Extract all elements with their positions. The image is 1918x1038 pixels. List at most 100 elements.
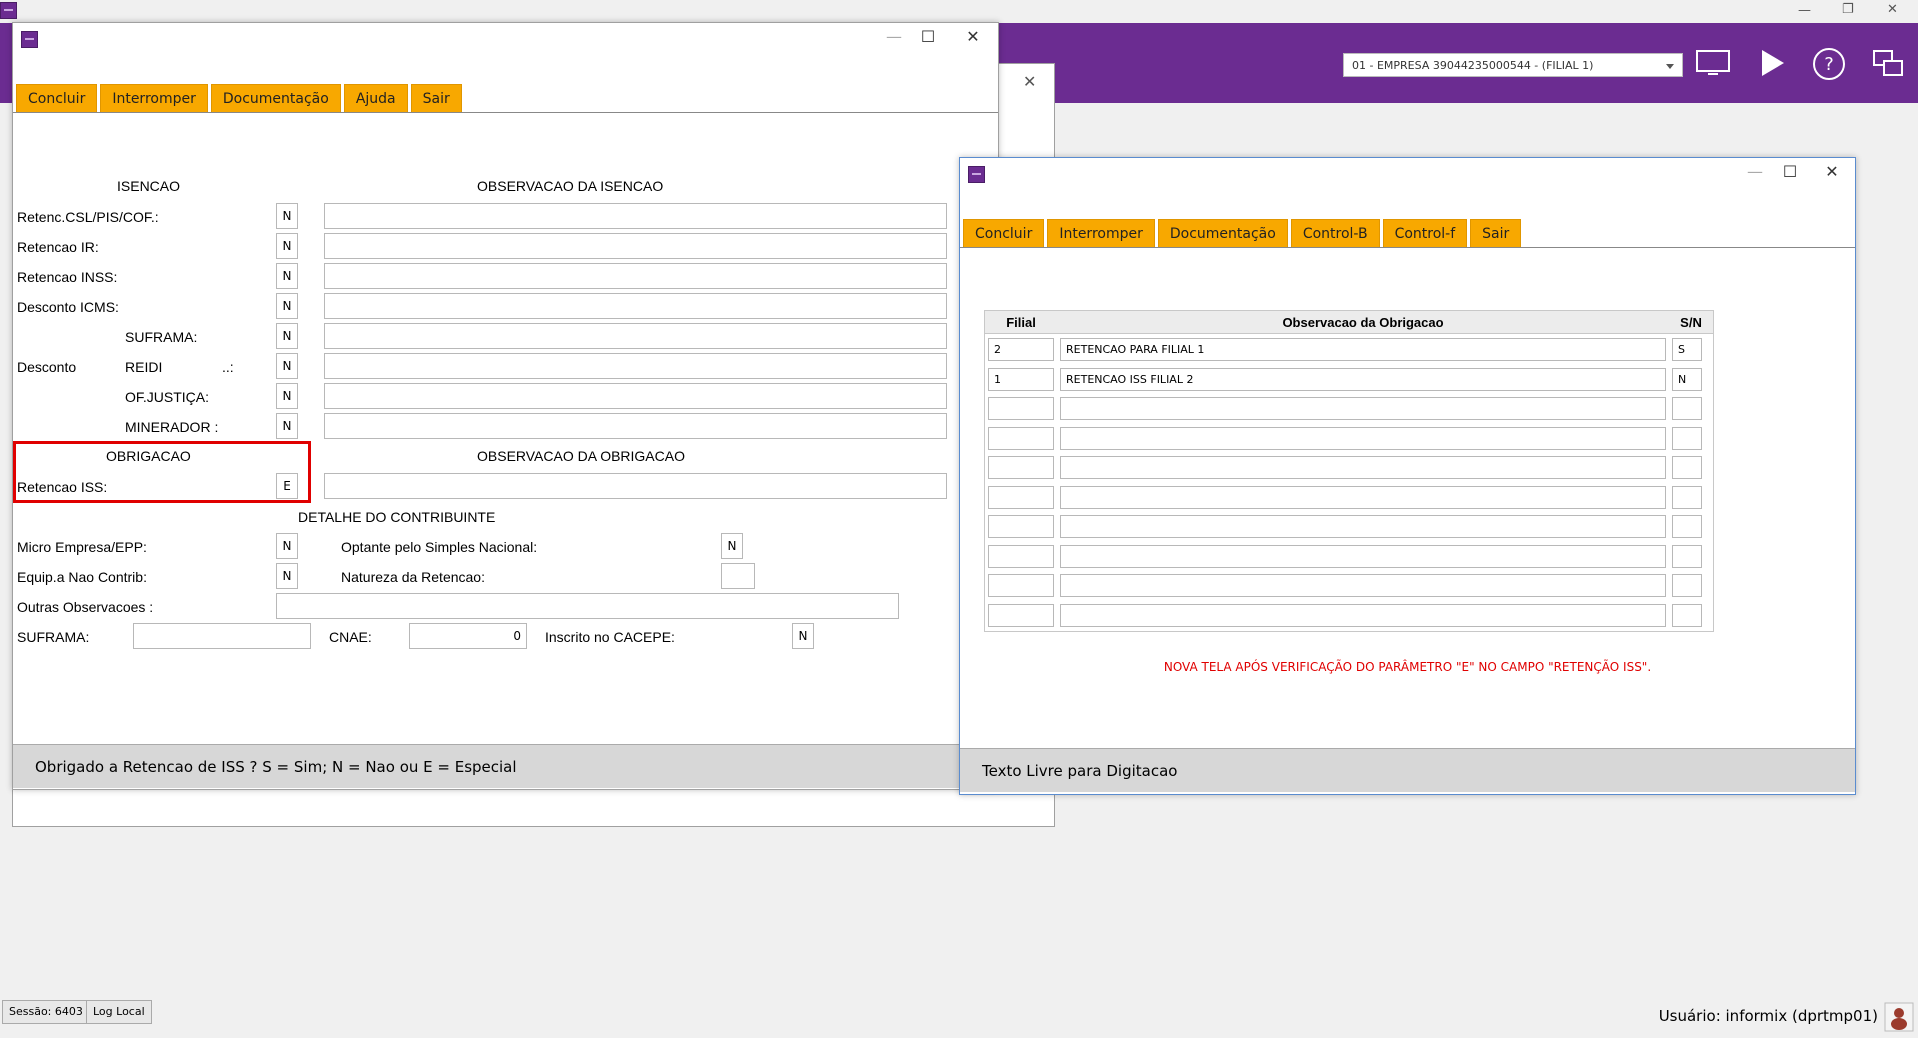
of-justica-field[interactable]: N	[276, 383, 298, 409]
grid-cell-sn[interactable]: N	[1672, 367, 1702, 391]
empresa-select[interactable]: 01 - EMPRESA 39044235000544 - (FILIAL 1)	[1343, 53, 1683, 77]
monitor-icon[interactable]	[1696, 49, 1730, 77]
detalhe-header: DETALHE DO CONTRIBUINTE	[298, 509, 496, 525]
window-app-icon	[21, 31, 38, 48]
window-minimize-button[interactable]: —	[1740, 162, 1770, 181]
grid-cell-obs[interactable]	[1060, 426, 1666, 450]
menu-sair[interactable]: Sair	[1470, 219, 1522, 247]
grid-header-sn: S/N	[1680, 315, 1702, 330]
app-icon	[0, 2, 17, 19]
cnae-label: CNAE:	[329, 629, 372, 645]
micro-empresa-field[interactable]: N	[276, 533, 298, 559]
retencao-iss-field[interactable]: E	[276, 473, 298, 499]
grid-cell-obs[interactable]	[1060, 515, 1666, 538]
grid-cell-filial[interactable]	[988, 456, 1054, 479]
grid-cell-sn[interactable]	[1672, 397, 1702, 420]
grid-cell-sn[interactable]	[1672, 544, 1702, 568]
window-close-button[interactable]: ✕	[1817, 162, 1847, 181]
grid-cell-obs[interactable]	[1060, 544, 1666, 568]
os-close-button[interactable]: ✕	[1887, 2, 1898, 17]
grid-cell-filial[interactable]	[988, 485, 1054, 509]
retencao-ir-obs-field[interactable]	[324, 233, 947, 259]
left-menubar: Concluir Interromper Documentação Ajuda …	[13, 84, 998, 113]
grid-cell-sn[interactable]: S	[1672, 338, 1702, 361]
menu-documentacao[interactable]: Documentação	[210, 84, 341, 112]
right-menubar: Concluir Interromper Documentação Contro…	[960, 219, 1855, 248]
retencao-iss-obs-field[interactable]	[324, 473, 947, 499]
grid-cell-sn[interactable]	[1672, 515, 1702, 538]
grid-cell-sn[interactable]	[1672, 426, 1702, 450]
os-minimize-button[interactable]: —	[1798, 3, 1811, 18]
background-window-close-icon[interactable]: ✕	[1023, 72, 1036, 91]
retencao-inss-obs-field[interactable]	[324, 263, 947, 289]
grid-cell-filial[interactable]	[988, 574, 1054, 597]
grid-cell-sn[interactable]	[1672, 485, 1702, 509]
grid-cell-filial[interactable]	[988, 544, 1054, 568]
reidi-field[interactable]: N	[276, 353, 298, 379]
retenc-csl-obs-field[interactable]	[324, 203, 947, 229]
window-maximize-button[interactable]: ☐	[913, 27, 943, 46]
desconto-icms-field[interactable]: N	[276, 293, 298, 319]
of-justica-obs-field[interactable]	[324, 383, 947, 409]
retencao-ir-field[interactable]: N	[276, 233, 298, 259]
retencao-window-titlebar: — ☐ ✕	[13, 23, 998, 53]
help-icon[interactable]: ?	[1812, 47, 1846, 81]
suframa-desc-label: SUFRAMA:	[125, 329, 198, 345]
desconto-icms-label: Desconto ICMS:	[17, 299, 119, 315]
cacepe-field[interactable]: N	[792, 623, 814, 649]
grid-cell-sn[interactable]	[1672, 574, 1702, 597]
grid-cell-filial[interactable]	[988, 397, 1054, 420]
window-minimize-button[interactable]: —	[879, 27, 909, 46]
grid-cell-obs[interactable]	[1060, 603, 1666, 627]
optante-field[interactable]: N	[721, 533, 743, 559]
reidi-obs-field[interactable]	[324, 353, 947, 379]
grid-cell-sn[interactable]	[1672, 603, 1702, 627]
grid-cell-obs[interactable]: RETENCAO PARA FILIAL 1	[1060, 338, 1666, 361]
grid-cell-obs[interactable]	[1060, 397, 1666, 420]
grid-cell-obs[interactable]	[1060, 574, 1666, 597]
suframa-label: SUFRAMA:	[17, 629, 90, 645]
equip-field[interactable]: N	[276, 563, 298, 589]
retencao-inss-field[interactable]: N	[276, 263, 298, 289]
menu-control-b[interactable]: Control-B	[1290, 219, 1380, 247]
grid-cell-filial[interactable]: 2	[988, 338, 1054, 361]
grid-cell-obs[interactable]: RETENCAO ISS FILIAL 2	[1060, 367, 1666, 391]
os-restore-button[interactable]: ❐	[1842, 2, 1854, 17]
sessao-button[interactable]: Sessão: 6403	[2, 1000, 90, 1024]
grid-cell-filial[interactable]: 1	[988, 367, 1054, 391]
natureza-field[interactable]	[721, 563, 755, 589]
menu-control-f[interactable]: Control-f	[1382, 219, 1468, 247]
retenc-csl-field[interactable]: N	[276, 203, 298, 229]
windows-icon[interactable]	[1872, 49, 1904, 79]
menu-concluir[interactable]: Concluir	[16, 84, 98, 112]
retencao-window: — ☐ ✕ Concluir Interromper Documentação …	[12, 22, 999, 790]
menu-concluir[interactable]: Concluir	[963, 219, 1045, 247]
suframa-desc-field[interactable]: N	[276, 323, 298, 349]
minerador-obs-field[interactable]	[324, 413, 947, 439]
suframa-field[interactable]	[133, 623, 311, 649]
grid-cell-sn[interactable]	[1672, 456, 1702, 479]
cnae-field[interactable]: 0	[409, 623, 527, 649]
minerador-field[interactable]: N	[276, 413, 298, 439]
grid-cell-obs[interactable]	[1060, 456, 1666, 479]
window-app-icon	[968, 166, 985, 183]
window-close-button[interactable]: ✕	[958, 27, 988, 46]
chevron-down-icon	[1666, 64, 1674, 69]
play-icon[interactable]	[1760, 48, 1786, 78]
log-local-button[interactable]: Log Local	[86, 1000, 152, 1024]
grid-cell-filial[interactable]	[988, 603, 1054, 627]
menu-sair[interactable]: Sair	[410, 84, 462, 112]
grid-cell-filial[interactable]	[988, 426, 1054, 450]
window-maximize-button[interactable]: ☐	[1775, 162, 1805, 181]
os-titlebar: — ❐ ✕	[0, 0, 1918, 23]
menu-ajuda[interactable]: Ajuda	[343, 84, 408, 112]
menu-documentacao[interactable]: Documentação	[1157, 219, 1288, 247]
desconto-icms-obs-field[interactable]	[324, 293, 947, 319]
obrigacao-window-titlebar: — ☐ ✕	[960, 158, 1855, 188]
suframa-desc-obs-field[interactable]	[324, 323, 947, 349]
menu-interromper[interactable]: Interromper	[1047, 219, 1155, 247]
grid-cell-filial[interactable]	[988, 515, 1054, 538]
menu-interromper[interactable]: Interromper	[100, 84, 208, 112]
grid-cell-obs[interactable]	[1060, 485, 1666, 509]
outras-obs-field[interactable]	[276, 593, 899, 619]
